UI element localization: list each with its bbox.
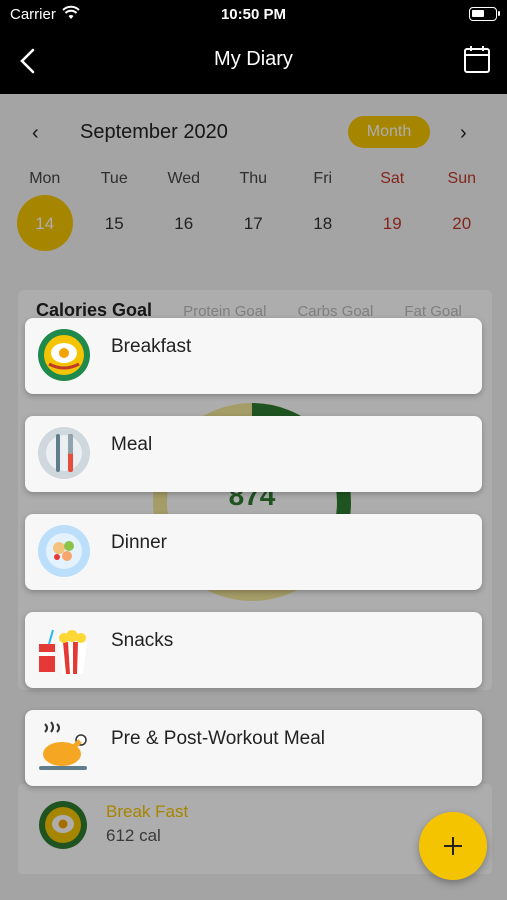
- calendar-icon[interactable]: [463, 44, 491, 74]
- meal-option-label: Snacks: [111, 630, 174, 651]
- meal-option-snacks[interactable]: Snacks: [25, 612, 482, 688]
- roast-chicken-icon: [39, 721, 87, 770]
- plus-icon-stroke: [452, 837, 454, 855]
- meal-option-dinner[interactable]: Dinner: [25, 514, 482, 590]
- meal-option-breakfast[interactable]: Breakfast: [25, 318, 482, 394]
- status-bar: Carrier 10:50 PM: [0, 0, 507, 30]
- nav-bar: My Diary: [0, 30, 507, 94]
- page-title: My Diary: [214, 48, 293, 70]
- meal-option-label: Meal: [111, 434, 153, 455]
- popcorn-soda-icon: [39, 629, 87, 674]
- meal-option-label: Pre & Post-Workout Meal: [111, 728, 326, 749]
- salad-plate-icon: [38, 525, 90, 577]
- clock: 10:50 PM: [220, 6, 287, 23]
- meal-option-meal[interactable]: Meal: [25, 416, 482, 492]
- meal-option-workout[interactable]: Pre & Post-Workout Meal: [25, 710, 482, 786]
- meal-option-label: Breakfast: [111, 336, 192, 357]
- add-meal-button[interactable]: [419, 812, 487, 880]
- battery-icon: [469, 7, 500, 21]
- breakfast-plate-icon: [38, 329, 90, 381]
- meal-option-label: Dinner: [111, 532, 167, 553]
- fork-knife-icon: [38, 427, 90, 479]
